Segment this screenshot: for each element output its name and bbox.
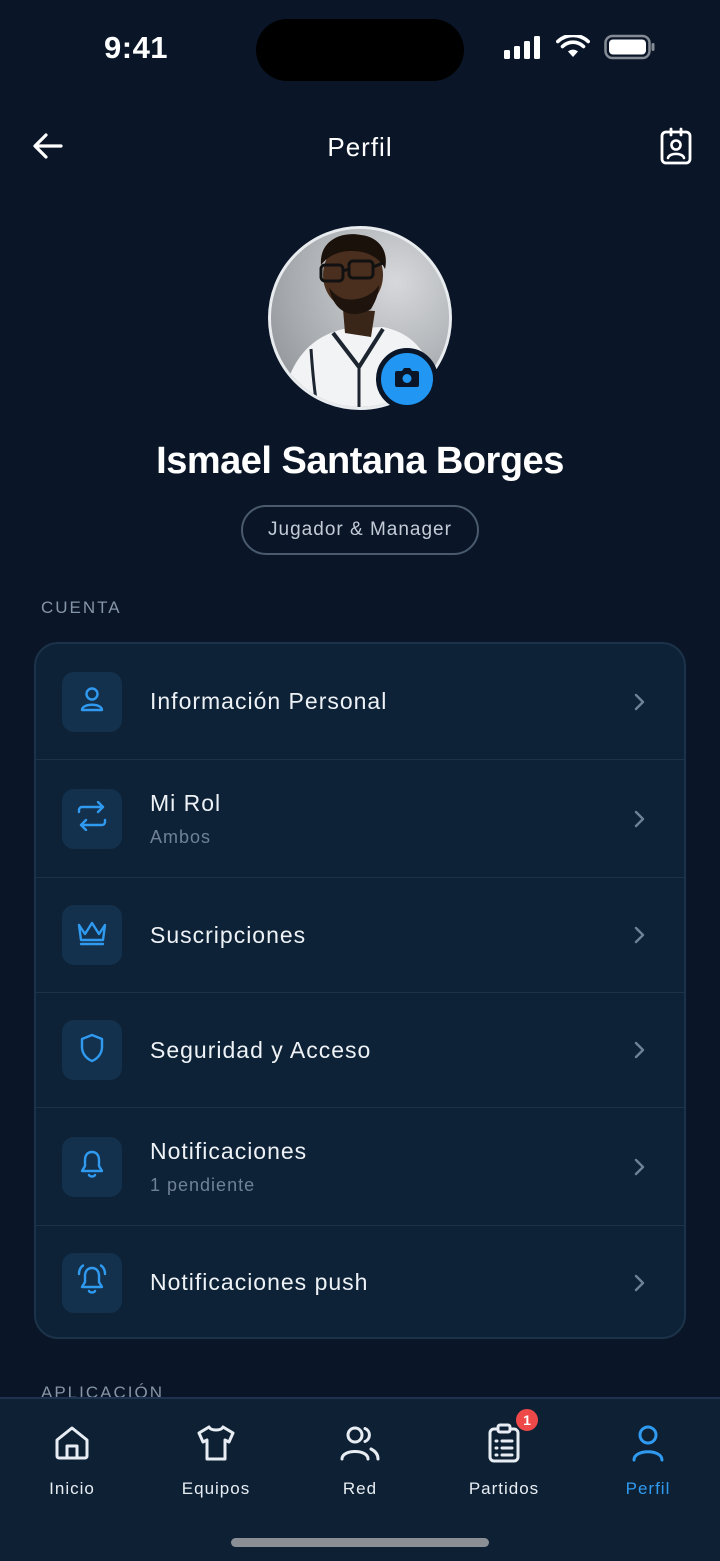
home-icon [50, 1421, 94, 1465]
tab-label: Partidos [468, 1479, 540, 1498]
menu-item-my-role[interactable]: Mi Rol Ambos [36, 760, 684, 878]
menu-item-notifications[interactable]: Notificaciones 1 pendiente [36, 1108, 684, 1226]
row-title: Mi Rol [150, 789, 222, 816]
menu-item-push-notifications[interactable]: Notificaciones push [36, 1226, 684, 1337]
cellular-signal-icon [504, 35, 542, 64]
account-card: Información Personal Mi Rol Ambos Suscri… [34, 642, 686, 1339]
row-icon-box [62, 671, 122, 732]
row-title: Información Personal [150, 688, 388, 714]
row-text: Notificaciones 1 pendiente [150, 1138, 307, 1196]
row-text: Notificaciones push [150, 1269, 368, 1296]
tab-label: Inicio [49, 1479, 95, 1498]
row-icon-box [62, 1252, 122, 1313]
status-time: 9:41 [104, 30, 169, 65]
row-text: Suscripciones [150, 922, 306, 949]
notification-badge: 1 [514, 1407, 540, 1433]
page-title: Perfil [327, 132, 393, 162]
header: Perfil [0, 110, 720, 182]
row-subtitle: Ambos [150, 826, 212, 847]
chevron-right-icon [630, 925, 650, 945]
row-text: Mi Rol Ambos [150, 790, 221, 848]
row-icon-box [62, 788, 122, 849]
menu-item-personal-info[interactable]: Información Personal [36, 644, 684, 760]
row-text: Seguridad y Acceso [150, 1037, 371, 1064]
profile-name: Ismael Santana Borges [156, 440, 564, 482]
tab-perfil[interactable]: Perfil [588, 1421, 708, 1499]
tab-equipos[interactable]: Equipos [156, 1421, 276, 1499]
clipboard-list-icon: 1 [482, 1407, 540, 1465]
user-icon [78, 685, 106, 718]
tab-red[interactable]: Red [300, 1421, 420, 1499]
row-text: Información Personal [150, 688, 387, 715]
menu-item-subscriptions[interactable]: Suscripciones [36, 878, 684, 993]
home-indicator [231, 1538, 489, 1547]
shirt-icon [194, 1421, 238, 1465]
tab-label: Red [342, 1479, 378, 1498]
change-photo-button[interactable] [376, 348, 438, 410]
swap-arrows-icon [76, 800, 108, 836]
row-title: Notificaciones [150, 1137, 308, 1164]
tab-label: Perfil [625, 1479, 671, 1498]
row-title: Notificaciones push [150, 1269, 369, 1295]
status-bar: 9:41 [0, 0, 720, 100]
wifi-icon [556, 33, 590, 64]
bell-icon [79, 1149, 105, 1184]
chevron-right-icon [630, 809, 650, 829]
user-icon [626, 1421, 670, 1465]
chevron-right-icon [630, 1273, 650, 1293]
shield-icon [79, 1033, 105, 1068]
row-title: Suscripciones [150, 921, 307, 948]
role-pill: Jugador & Manager [241, 505, 479, 555]
row-title: Seguridad y Acceso [150, 1036, 372, 1063]
tab-inicio[interactable]: Inicio [12, 1421, 132, 1499]
dynamic-island [256, 19, 464, 81]
row-subtitle: 1 pendiente [150, 1174, 256, 1195]
row-icon-box [62, 1136, 122, 1197]
camera-icon [394, 366, 420, 393]
tab-label: Equipos [181, 1479, 251, 1498]
menu-item-security[interactable]: Seguridad y Acceso [36, 993, 684, 1108]
avatar-container [268, 226, 452, 410]
id-badge-button[interactable] [652, 122, 700, 174]
crown-icon [76, 919, 108, 952]
tab-partidos[interactable]: 1 Partidos [444, 1407, 564, 1499]
row-icon-box [62, 905, 122, 965]
row-icon-box [62, 1020, 122, 1080]
profile-screen: 9:41 Perfil Ismael Santana Borges Jugado… [0, 0, 720, 1561]
bell-ring-icon [75, 1264, 109, 1301]
status-icons [504, 33, 656, 65]
battery-icon [604, 34, 656, 65]
chevron-right-icon [630, 692, 650, 712]
section-label-account: CUENTA [41, 598, 122, 617]
tab-bar: Inicio Equipos Red 1 Partidos Perfil [0, 1397, 720, 1561]
chevron-right-icon [630, 1157, 650, 1177]
id-badge-icon [660, 127, 692, 170]
users-icon [338, 1421, 382, 1465]
chevron-right-icon [630, 1040, 650, 1060]
